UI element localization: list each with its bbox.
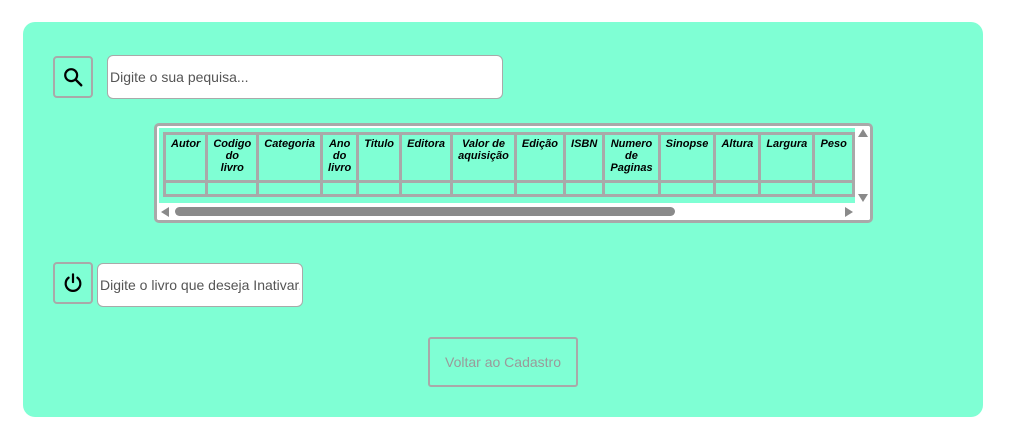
column-header-valor-de-aquisicao: Valor de aquisição bbox=[453, 135, 517, 183]
table-cell bbox=[259, 183, 324, 197]
table-cell bbox=[208, 183, 260, 197]
back-to-register-button[interactable]: Voltar ao Cadastro bbox=[428, 337, 578, 387]
horizontal-scroll-thumb[interactable] bbox=[175, 207, 675, 216]
column-header-isbn: ISBN bbox=[566, 135, 606, 183]
column-header-editora: Editora bbox=[402, 135, 454, 183]
table-cell bbox=[402, 183, 454, 197]
books-table-viewport: Autor Codigo do livro Categoria Ano do l… bbox=[159, 128, 855, 204]
vertical-scrollbar[interactable] bbox=[855, 126, 870, 204]
column-header-edicao: Edição bbox=[516, 135, 566, 183]
column-header-ano-do-livro: Ano do livro bbox=[323, 135, 360, 183]
main-panel: Autor Codigo do livro Categoria Ano do l… bbox=[23, 22, 983, 417]
scroll-left-icon[interactable] bbox=[161, 207, 169, 217]
column-header-categoria: Categoria bbox=[259, 135, 324, 183]
power-icon bbox=[64, 273, 82, 292]
books-table-container[interactable]: Autor Codigo do livro Categoria Ano do l… bbox=[154, 123, 873, 223]
table-cell bbox=[605, 183, 661, 197]
inactivate-button[interactable] bbox=[53, 262, 93, 304]
table-cell bbox=[516, 183, 566, 197]
horizontal-scrollbar[interactable] bbox=[157, 203, 857, 220]
scroll-down-icon[interactable] bbox=[858, 194, 868, 202]
table-cell bbox=[716, 183, 762, 197]
table-row bbox=[166, 183, 855, 197]
column-header-altura: Altura bbox=[716, 135, 762, 183]
column-header-sinopse: Sinopse bbox=[660, 135, 717, 183]
scroll-up-icon[interactable] bbox=[858, 129, 868, 137]
column-header-codigo-do-livro: Codigo do livro bbox=[208, 135, 260, 183]
table-cell bbox=[761, 183, 816, 197]
table-cell bbox=[359, 183, 403, 197]
search-icon bbox=[64, 68, 83, 87]
table-header-row: Autor Codigo do livro Categoria Ano do l… bbox=[166, 135, 855, 183]
scrollbar-corner bbox=[855, 203, 870, 220]
column-header-peso: Peso bbox=[815, 135, 855, 183]
table-cell bbox=[453, 183, 517, 197]
search-button[interactable] bbox=[53, 56, 93, 98]
column-header-largura: Largura bbox=[761, 135, 816, 183]
table-cell bbox=[323, 183, 360, 197]
column-header-titulo: Titulo bbox=[359, 135, 403, 183]
table-cell bbox=[660, 183, 717, 197]
table-cell bbox=[815, 183, 855, 197]
inactivate-book-input[interactable] bbox=[97, 263, 303, 307]
table-cell bbox=[166, 183, 209, 197]
scroll-right-icon[interactable] bbox=[845, 207, 853, 217]
books-table: Autor Codigo do livro Categoria Ano do l… bbox=[163, 132, 855, 197]
table-cell bbox=[566, 183, 606, 197]
column-header-numero-de-paginas: Numero de Paginas bbox=[605, 135, 661, 183]
search-input[interactable] bbox=[107, 55, 503, 99]
column-header-autor: Autor bbox=[166, 135, 209, 183]
